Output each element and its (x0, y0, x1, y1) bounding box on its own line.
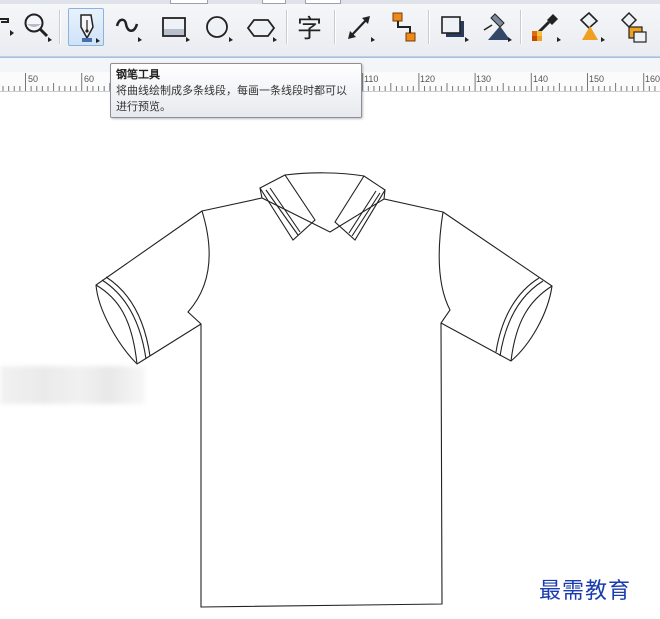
pen-tool-button[interactable] (68, 8, 104, 46)
transparency-icon (483, 13, 512, 42)
watermark-text: 最需教育 (539, 579, 632, 604)
paint-bucket-icon (579, 11, 605, 42)
drop-shadow-icon (441, 16, 469, 42)
pen-nib-icon (80, 14, 100, 43)
polo-shirt-drawing (95, 172, 553, 608)
fill-tool-button[interactable] (571, 8, 607, 46)
toolbar-separator (428, 10, 429, 44)
drawing-canvas[interactable] (0, 92, 660, 619)
dimension-tool-button[interactable] (341, 8, 377, 46)
tooltip-title: 钢笔工具 (116, 68, 160, 81)
blurred-region (0, 366, 145, 404)
property-field-3[interactable] (305, 0, 341, 4)
ruler-label: 60 (84, 74, 95, 84)
rectangle-tool-button[interactable] (156, 8, 192, 46)
interactive-fill-tool-button[interactable] (614, 8, 650, 46)
eyedropper-icon (532, 14, 561, 42)
ellipse-icon (206, 16, 233, 42)
rectangle-icon (162, 17, 190, 42)
toolbar-separator (59, 10, 60, 44)
toolbox-toolbar: 字 (0, 0, 660, 57)
ruler-label: 110 (364, 74, 379, 84)
toolbar-top-strip (0, 0, 660, 4)
text-tool-glyph: 字 (297, 14, 322, 43)
toolbar-separator (520, 10, 521, 44)
toolbar-separator (286, 10, 287, 44)
dimension-arrow-icon (348, 16, 375, 42)
connector-icon (392, 12, 416, 42)
ruler-label: 120 (420, 74, 436, 84)
tooltip-description: 将曲线绘制成多条线段，每画一条线段时都可以进行预览。 (116, 84, 347, 113)
shirt-collar-left (259, 174, 316, 241)
drop-shadow-tool-button[interactable] (435, 8, 471, 46)
shirt-collar-band (284, 172, 365, 177)
eyedropper-tool-button[interactable] (527, 8, 563, 46)
shape-tool-icon (0, 18, 14, 36)
toolbar-separator (334, 10, 335, 44)
hexagon-icon (246, 19, 277, 42)
polygon-tool-button[interactable] (243, 8, 279, 46)
property-field-2[interactable] (262, 0, 286, 4)
shirt-body-outline (187, 197, 451, 608)
pen-tool-tooltip: 钢笔工具 将曲线绘制成多条线段，每画一条线段时都可以进行预览。 (110, 63, 362, 118)
ruler-label: 50 (28, 74, 39, 84)
transparency-tool-button[interactable] (478, 8, 514, 46)
ellipse-tool-button[interactable] (199, 8, 235, 46)
shirt-collar-right (334, 175, 386, 241)
text-glyph-icon: 字 (297, 14, 322, 43)
property-field-1[interactable] (170, 0, 208, 4)
freehand-curve-tool-button[interactable] (111, 8, 147, 46)
zoom-tool-button[interactable] (18, 8, 54, 46)
curve-icon (115, 18, 142, 42)
ruler-label: 160 (645, 74, 660, 84)
connector-tool-button[interactable] (386, 8, 422, 46)
ruler-label: 140 (533, 74, 549, 84)
ruler-label: 150 (589, 74, 605, 84)
text-tool-button[interactable]: 字 (292, 8, 328, 46)
magnifier-icon (24, 13, 52, 42)
ruler-label: 130 (476, 74, 492, 84)
interactive-fill-icon (620, 11, 647, 43)
